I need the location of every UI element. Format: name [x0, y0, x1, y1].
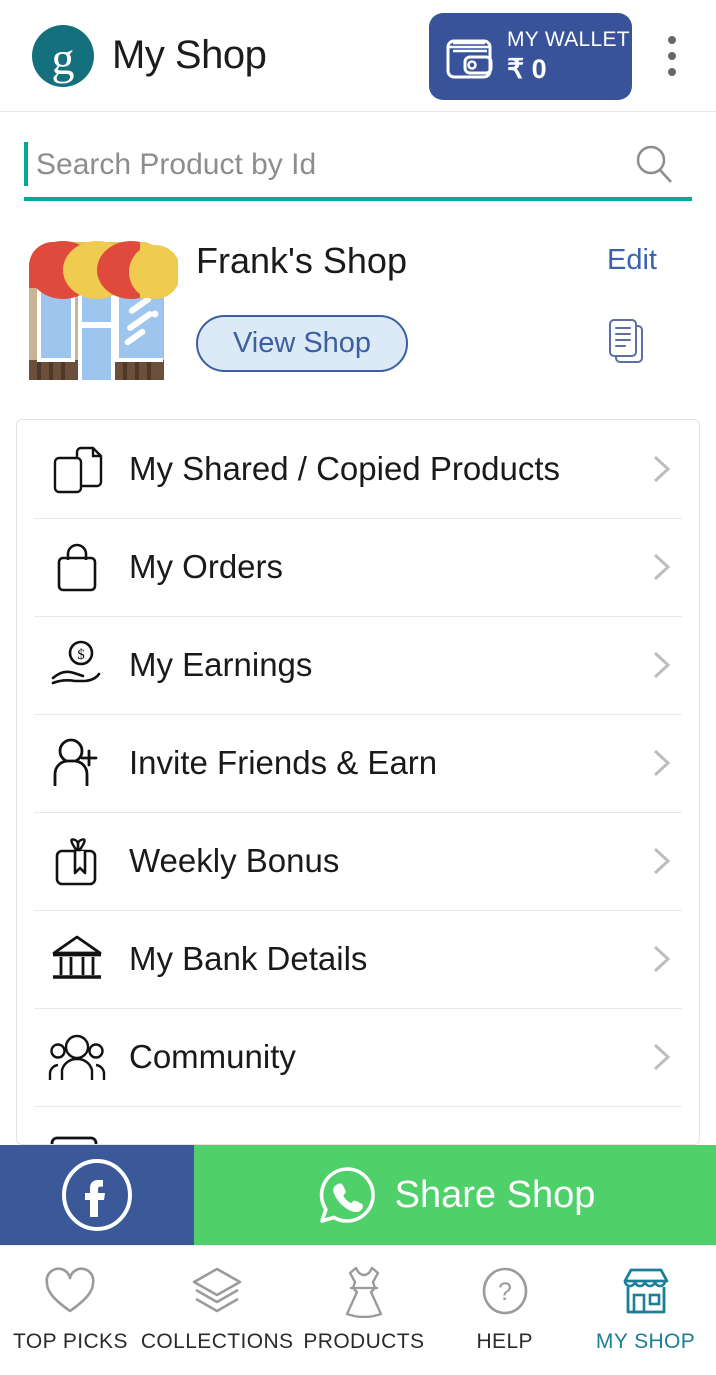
- menu-item-my-orders[interactable]: My Orders: [17, 518, 699, 616]
- chevron-right-icon: [653, 847, 671, 875]
- menu-item-label: My Shared / Copied Products: [129, 450, 561, 487]
- brand-logo-letter: g: [51, 32, 75, 84]
- gift-box-icon: [48, 832, 106, 890]
- chevron-right-icon: [653, 651, 671, 679]
- app-root: g My Shop MY WALLET ₹ 0 Search Product b…: [0, 0, 716, 1375]
- menu-item-community[interactable]: Community: [17, 1008, 699, 1106]
- menu-item-label: My Orders: [129, 548, 284, 585]
- hand-coin-icon: $: [48, 636, 106, 694]
- menu-item-partially-visible[interactable]: [17, 1106, 699, 1144]
- chevron-right-icon: [653, 1043, 671, 1071]
- shop-summary: Frank's Shop Edit View Shop: [0, 218, 716, 413]
- page-title: My Shop: [112, 33, 267, 77]
- storefront-illustration: [15, 228, 178, 388]
- person-add-icon: [48, 734, 106, 792]
- share-whatsapp-button[interactable]: Share Shop: [194, 1145, 716, 1245]
- brand-logo-icon: g: [32, 24, 94, 87]
- copy-pages-icon: [48, 440, 106, 498]
- storefront-icon: [617, 1264, 675, 1318]
- nav-item-top-picks[interactable]: TOP PICKS: [0, 1246, 141, 1375]
- search-bar: [0, 112, 716, 200]
- menu-item-weekly-bonus[interactable]: Weekly Bonus: [17, 812, 699, 910]
- share-bar: Share Shop: [0, 1145, 716, 1245]
- copy-documents-icon[interactable]: [606, 318, 650, 370]
- bottom-navigation: TOP PICKS COLLECTIONS PRODUCTS ? HELP MY…: [0, 1245, 716, 1375]
- kebab-dot: [668, 36, 676, 44]
- nav-item-label: PRODUCTS: [303, 1330, 425, 1353]
- nav-item-label: COLLECTIONS: [140, 1330, 294, 1353]
- menu-item-label: My Bank Details: [129, 940, 368, 977]
- nav-item-products[interactable]: PRODUCTS: [293, 1246, 434, 1375]
- menu-item-label: My Earnings: [129, 646, 313, 683]
- facebook-icon: [62, 1159, 132, 1231]
- wallet-amount: ₹ 0: [507, 54, 547, 84]
- my-wallet-button[interactable]: MY WALLET ₹ 0: [429, 13, 632, 100]
- search-row: [24, 142, 692, 196]
- menu-item-label: Community: [129, 1038, 296, 1075]
- kebab-menu-icon[interactable]: [660, 36, 684, 76]
- svg-text:?: ?: [498, 1278, 512, 1306]
- share-shop-label: Share Shop: [394, 1173, 596, 1216]
- nav-item-my-shop[interactable]: MY SHOP: [575, 1246, 716, 1375]
- nav-item-label: HELP: [476, 1330, 533, 1353]
- app-header: g My Shop MY WALLET ₹ 0: [0, 0, 716, 112]
- menu-item-label: Weekly Bonus: [129, 842, 340, 879]
- kebab-dot: [668, 52, 676, 60]
- search-icon[interactable]: [632, 142, 676, 186]
- heart-icon: [43, 1264, 97, 1318]
- shop-name: Frank's Shop: [196, 240, 407, 281]
- wallet-icon: [446, 39, 493, 78]
- chevron-right-icon: [653, 455, 671, 483]
- nav-item-collections[interactable]: COLLECTIONS: [141, 1246, 294, 1375]
- wallet-label: MY WALLET: [507, 28, 630, 51]
- menu-item-my-earnings[interactable]: $ My Earnings: [17, 616, 699, 714]
- nav-item-label: TOP PICKS: [12, 1330, 128, 1353]
- chevron-right-icon: [653, 945, 671, 973]
- account-menu-list: My Shared / Copied Products My Orders $ …: [16, 419, 700, 1145]
- search-underline: [24, 197, 692, 201]
- menu-item-bank-details[interactable]: My Bank Details: [17, 910, 699, 1008]
- chevron-right-icon: [653, 749, 671, 777]
- nav-item-help[interactable]: ? HELP: [434, 1246, 575, 1375]
- view-shop-button[interactable]: View Shop: [196, 315, 408, 372]
- bank-building-icon: [48, 930, 106, 988]
- search-input[interactable]: [28, 142, 588, 186]
- edit-shop-link[interactable]: Edit: [607, 244, 657, 277]
- shopping-bag-icon: [48, 538, 106, 596]
- kebab-dot: [668, 68, 676, 76]
- share-facebook-button[interactable]: [0, 1145, 194, 1245]
- menu-item-shared-copied-products[interactable]: My Shared / Copied Products: [17, 420, 699, 518]
- wallet-text-group: MY WALLET ₹ 0: [507, 28, 630, 85]
- menu-item-label: Invite Friends & Earn: [129, 744, 438, 781]
- nav-item-label: MY SHOP: [595, 1330, 696, 1353]
- chat-bubble-icon: [48, 1126, 106, 1144]
- question-circle-icon: ?: [480, 1264, 530, 1318]
- svg-text:$: $: [77, 647, 85, 663]
- whatsapp-icon: [319, 1167, 375, 1223]
- layers-icon: [190, 1264, 244, 1318]
- people-group-icon: [48, 1028, 106, 1086]
- chevron-right-icon: [653, 553, 671, 581]
- menu-item-invite-friends[interactable]: Invite Friends & Earn: [17, 714, 699, 812]
- dress-icon: [340, 1264, 388, 1318]
